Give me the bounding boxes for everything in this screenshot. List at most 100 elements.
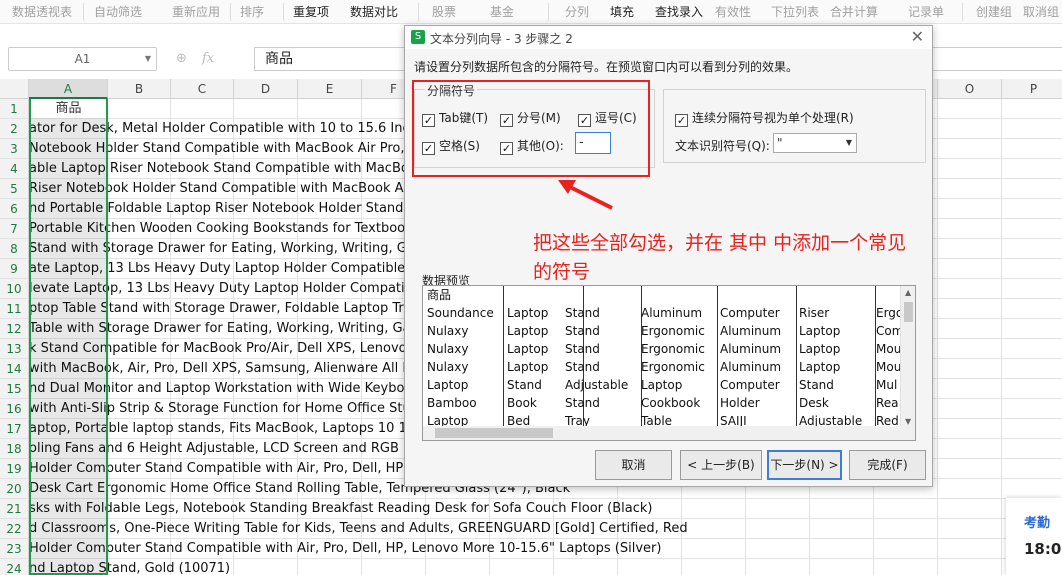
- row-header[interactable]: 22: [0, 519, 29, 539]
- column-header-e[interactable]: E: [298, 79, 362, 99]
- row-header[interactable]: 2: [0, 119, 29, 139]
- cell-a23[interactable]: Holder Computer Stand Compatible with Ai…: [29, 539, 661, 559]
- annotation-highlight-box: [412, 80, 650, 177]
- ribbon-button[interactable]: 自动筛选: [94, 4, 142, 20]
- scroll-up-icon[interactable]: ▲: [905, 288, 911, 297]
- ribbon-separator: [548, 3, 549, 21]
- annotation-arrow-icon: [558, 180, 613, 210]
- preview-cell: Aluminum: [720, 360, 782, 374]
- ribbon-button[interactable]: 重新应用: [172, 4, 220, 20]
- consecutive-checkbox[interactable]: ✓ 连续分隔符号视为单个处理(R): [675, 109, 854, 127]
- cell-a21[interactable]: sks with Foldable Legs, Notebook Standin…: [29, 499, 652, 519]
- row-header[interactable]: 20: [0, 479, 29, 499]
- row-header[interactable]: 10: [0, 279, 29, 299]
- column-header-d[interactable]: D: [234, 79, 298, 99]
- preview-cell: Aluminum: [720, 324, 782, 338]
- column-header-p[interactable]: P: [1002, 79, 1062, 99]
- preview-cell: Riser: [799, 306, 830, 320]
- row-header[interactable]: 24: [0, 559, 29, 575]
- preview-cell: Stand: [507, 378, 542, 392]
- column-header-b[interactable]: B: [108, 79, 171, 99]
- preview-cell: Ergonomic: [641, 342, 705, 356]
- qualifier-select[interactable]: " ▼: [773, 133, 857, 153]
- preview-cell: Computer: [720, 378, 780, 392]
- row-header[interactable]: 23: [0, 539, 29, 559]
- ribbon-button[interactable]: 合并计算: [830, 4, 878, 20]
- preview-cell: Mul: [876, 378, 898, 392]
- ribbon-separator: [83, 3, 84, 21]
- horizontal-scrollbar[interactable]: [423, 426, 902, 440]
- scroll-thumb[interactable]: [904, 302, 913, 322]
- ribbon-button[interactable]: 查找录入: [655, 4, 703, 20]
- ribbon-separator: [230, 3, 231, 21]
- row-header[interactable]: 15: [0, 379, 29, 399]
- row-header[interactable]: 8: [0, 239, 29, 259]
- preview-cell: Stand: [565, 396, 600, 410]
- grid-line: [937, 99, 938, 575]
- ribbon-button[interactable]: 基金: [490, 4, 514, 20]
- back-button[interactable]: < 上一步(B): [680, 450, 762, 480]
- row-header[interactable]: 11: [0, 299, 29, 319]
- row-header[interactable]: 1: [0, 99, 29, 119]
- attendance-widget[interactable]: 考勤 18:00: [1006, 498, 1062, 575]
- select-all-corner[interactable]: [0, 79, 29, 99]
- row-header[interactable]: 7: [0, 219, 29, 239]
- row-header[interactable]: 5: [0, 179, 29, 199]
- scroll-down-icon[interactable]: ▼: [905, 417, 911, 426]
- ribbon-button[interactable]: 下拉列表: [771, 4, 819, 20]
- preview-cell: Stand: [565, 342, 600, 356]
- next-button[interactable]: 下一步(N) >: [767, 450, 842, 480]
- preview-cell: Laptop: [799, 324, 841, 338]
- ribbon-button[interactable]: 数据对比: [350, 4, 398, 20]
- dialog-titlebar[interactable]: S 文本分列向导 - 3 步骤之 2 ✕: [405, 26, 932, 49]
- dialog-title: 文本分列向导 - 3 步骤之 2: [430, 32, 573, 46]
- preview-cell: Adjustable: [565, 378, 629, 392]
- scroll-thumb[interactable]: [435, 428, 553, 438]
- ribbon-button[interactable]: 排序: [240, 4, 264, 20]
- preview-cell: Holder: [720, 396, 760, 410]
- vertical-scrollbar[interactable]: ▲ ▼: [900, 286, 915, 440]
- data-preview[interactable]: 商品 Soundance Nulaxy Nulaxy Nulaxy Laptop Bamb…: [422, 285, 916, 441]
- name-box[interactable]: A1 ▼: [8, 47, 157, 71]
- column-header-a[interactable]: A: [29, 79, 108, 99]
- row-header[interactable]: 21: [0, 499, 29, 519]
- row-header[interactable]: 14: [0, 359, 29, 379]
- row-header[interactable]: 3: [0, 139, 29, 159]
- row-header[interactable]: 12: [0, 319, 29, 339]
- ribbon-button[interactable]: 分列: [565, 4, 589, 20]
- ribbon-button[interactable]: 记录单: [908, 4, 944, 20]
- ribbon-button[interactable]: 有效性: [715, 4, 751, 20]
- ribbon-separator: [962, 3, 963, 21]
- cancel-button[interactable]: 取消: [595, 450, 672, 480]
- ribbon-button[interactable]: 重复项: [293, 4, 329, 20]
- finish-button[interactable]: 完成(F): [849, 450, 926, 480]
- row-header[interactable]: 19: [0, 459, 29, 479]
- toolbar-ribbon: 数据透视表 自动筛选 重新应用 排序 重复项 数据对比 股票 基金 分列 填充 查找录入 有效性 下拉列…: [0, 0, 1062, 24]
- zoom-icon[interactable]: ⊕: [176, 51, 187, 66]
- row-header[interactable]: 13: [0, 339, 29, 359]
- close-icon[interactable]: ✕: [911, 27, 924, 46]
- cell-a22[interactable]: d Classrooms, One-Piece Writing Table fo…: [29, 519, 688, 539]
- preview-cell: Stand: [565, 360, 600, 374]
- attendance-time: 18:00: [1024, 540, 1062, 558]
- row-header[interactable]: 16: [0, 399, 29, 419]
- ribbon-button[interactable]: 取消组: [1023, 4, 1059, 20]
- row-header[interactable]: 17: [0, 419, 29, 439]
- preview-cell: Laptop: [641, 378, 683, 392]
- preview-cell: Stand: [565, 324, 600, 338]
- chevron-down-icon[interactable]: ▼: [145, 48, 151, 70]
- row-header[interactable]: 18: [0, 439, 29, 459]
- ribbon-button[interactable]: 数据透视表: [12, 4, 72, 20]
- column-header-o[interactable]: O: [938, 79, 1002, 99]
- preview-cell: Bamboo: [427, 396, 477, 410]
- row-header[interactable]: 6: [0, 199, 29, 219]
- row-header[interactable]: 4: [0, 159, 29, 179]
- ribbon-button[interactable]: 股票: [432, 4, 456, 20]
- preview-cell: Stand: [799, 378, 834, 392]
- row-header[interactable]: 9: [0, 259, 29, 279]
- preview-cell: Nulaxy: [427, 342, 469, 356]
- ribbon-button[interactable]: 填充: [610, 4, 634, 20]
- column-header-c[interactable]: C: [171, 79, 234, 99]
- ribbon-button[interactable]: 创建组: [976, 4, 1012, 20]
- fx-icon[interactable]: fx: [202, 51, 214, 66]
